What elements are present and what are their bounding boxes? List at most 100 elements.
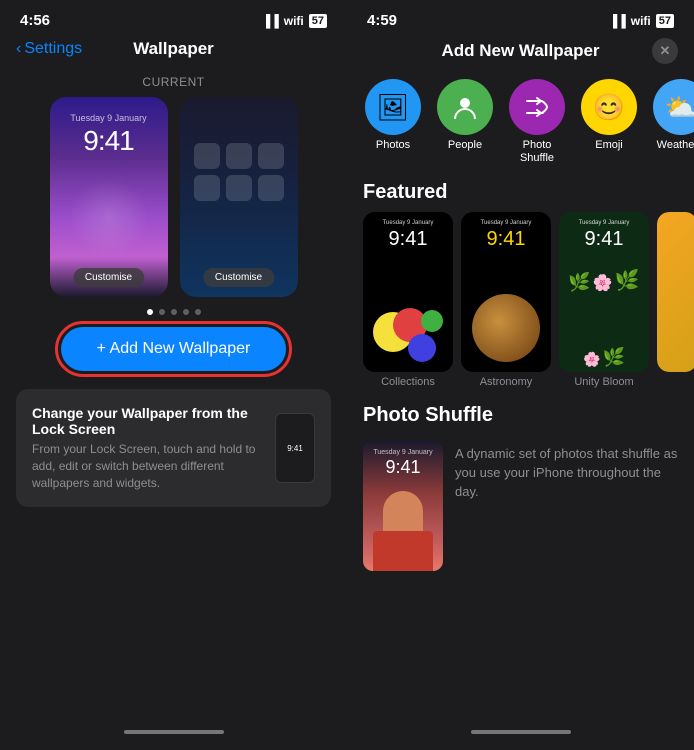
shuffle-preview-bg: Tuesday 9 January 9:41 bbox=[363, 441, 443, 571]
back-label[interactable]: Settings bbox=[24, 40, 82, 58]
signal-icon-left: ▐▐ bbox=[262, 14, 279, 28]
nav-bar-left: ‹ Settings Wallpaper bbox=[0, 33, 347, 65]
featured-astronomy[interactable]: Tuesday 9 January 9:41 Astronomy bbox=[461, 212, 551, 388]
person-body bbox=[373, 531, 433, 571]
type-people[interactable]: People bbox=[435, 79, 495, 165]
wifi-icon-right: wifi bbox=[631, 14, 651, 28]
featured-card-extra[interactable] bbox=[657, 212, 694, 372]
modal-header: Add New Wallpaper ✕ bbox=[347, 33, 694, 69]
app-icon bbox=[194, 143, 220, 169]
type-people-label: People bbox=[448, 139, 482, 152]
shuffle-preview[interactable]: Tuesday 9 January 9:41 bbox=[363, 441, 443, 571]
featured-collections-label: Collections bbox=[381, 376, 435, 388]
status-time-left: 4:56 bbox=[20, 12, 50, 29]
featured-extra[interactable] bbox=[657, 212, 694, 388]
wallpaper-previews: Tuesday 9 January 9:41 Customise Customi… bbox=[50, 97, 298, 297]
lock-glare bbox=[69, 177, 149, 257]
blue-circle bbox=[408, 334, 436, 362]
photo-shuffle-section: Tuesday 9 January 9:41 A dynamic set of … bbox=[347, 435, 694, 577]
app-icon bbox=[226, 143, 252, 169]
type-photos[interactable]: 🖼 Photos bbox=[363, 79, 423, 165]
home-indicator-right bbox=[471, 730, 571, 734]
lock-date: Tuesday 9 January bbox=[70, 113, 146, 123]
type-weather-label: Weathe… bbox=[657, 139, 694, 152]
info-phone-time: 9:41 bbox=[287, 444, 303, 453]
unity-time: 9:41 bbox=[559, 228, 649, 251]
astro-date: Tuesday 9 January bbox=[461, 220, 551, 226]
status-icons-right: ▐▐ wifi 57 bbox=[609, 14, 674, 28]
app-icon bbox=[226, 175, 252, 201]
shuffle-desc-area: A dynamic set of photos that shuffle as … bbox=[455, 441, 678, 502]
astro-time: 9:41 bbox=[461, 228, 551, 251]
weather-icon: ⛅ bbox=[653, 79, 694, 135]
left-panel: 4:56 ▐▐ wifi 57 ‹ Settings Wallpaper CUR… bbox=[0, 0, 347, 750]
lock-time: 9:41 bbox=[83, 125, 134, 157]
type-photos-label: Photos bbox=[376, 139, 410, 152]
dot-5 bbox=[195, 309, 201, 315]
panel-bottom-left bbox=[124, 730, 224, 750]
status-bar-right: 4:59 ▐▐ wifi 57 bbox=[347, 0, 694, 33]
customise-home-btn[interactable]: Customise bbox=[203, 268, 274, 287]
type-emoji[interactable]: 😊 Emoji bbox=[579, 79, 639, 165]
type-shuffle[interactable]: Photo Shuffle bbox=[507, 79, 567, 165]
people-icon bbox=[437, 79, 493, 135]
status-bar-left: 4:56 ▐▐ wifi 57 bbox=[0, 0, 347, 33]
dot-1 bbox=[147, 309, 153, 315]
featured-card-collections[interactable]: Tuesday 9 January 9:41 bbox=[363, 212, 453, 372]
page-dots bbox=[147, 309, 201, 315]
photo-shuffle-label: Photo Shuffle bbox=[347, 398, 694, 435]
customise-lock-btn[interactable]: Customise bbox=[73, 268, 144, 287]
app-grid bbox=[184, 143, 294, 201]
shuffle-date-small: Tuesday 9 January bbox=[363, 449, 443, 456]
close-button[interactable]: ✕ bbox=[652, 38, 678, 64]
featured-unity-bloom[interactable]: 🌿 🌸 🌿 🌸 🌿 Tuesday 9 January 9:41 Unity B… bbox=[559, 212, 649, 388]
planet bbox=[472, 294, 540, 362]
coll-date: Tuesday 9 January bbox=[363, 220, 453, 226]
dot-3 bbox=[171, 309, 177, 315]
info-desc: From your Lock Screen, touch and hold to… bbox=[32, 441, 263, 491]
shuffle-time-big: 9:41 bbox=[363, 457, 443, 478]
featured-collections[interactable]: Tuesday 9 January 9:41 Collections bbox=[363, 212, 453, 388]
photos-icon: 🖼 bbox=[365, 79, 421, 135]
coll-time: 9:41 bbox=[363, 228, 453, 251]
status-icons-left: ▐▐ wifi 57 bbox=[262, 14, 327, 28]
modal-title: Add New Wallpaper bbox=[441, 41, 599, 61]
lock-screen-bg: Tuesday 9 January 9:41 bbox=[50, 97, 168, 297]
dot-2 bbox=[159, 309, 165, 315]
astronomy-bg: Tuesday 9 January 9:41 bbox=[461, 212, 551, 372]
app-icon bbox=[258, 143, 284, 169]
status-time-right: 4:59 bbox=[367, 12, 397, 29]
wifi-icon-left: wifi bbox=[284, 14, 304, 28]
info-card: Change your Wallpaper from the Lock Scre… bbox=[16, 389, 331, 507]
add-wallpaper-button[interactable]: + Add New Wallpaper bbox=[61, 327, 287, 371]
shuffle-icon bbox=[509, 79, 565, 135]
green-circle bbox=[421, 310, 443, 332]
battery-right: 57 bbox=[656, 14, 674, 28]
info-title: Change your Wallpaper from the Lock Scre… bbox=[32, 405, 263, 437]
unity-date: Tuesday 9 January bbox=[559, 220, 649, 226]
type-weather[interactable]: ⛅ Weathe… bbox=[651, 79, 694, 165]
featured-scroll: Tuesday 9 January 9:41 Collections Tuesd… bbox=[347, 212, 694, 388]
info-text: Change your Wallpaper from the Lock Scre… bbox=[32, 405, 263, 491]
signal-icon-right: ▐▐ bbox=[609, 14, 626, 28]
featured-label: Featured bbox=[347, 175, 694, 212]
featured-card-unity[interactable]: 🌿 🌸 🌿 🌸 🌿 Tuesday 9 January 9:41 bbox=[559, 212, 649, 372]
person-head bbox=[383, 491, 423, 531]
featured-unity-label: Unity Bloom bbox=[574, 376, 633, 388]
back-button[interactable]: ‹ Settings bbox=[16, 40, 82, 58]
person-area bbox=[363, 491, 443, 571]
shuffle-description: A dynamic set of photos that shuffle as … bbox=[455, 445, 678, 502]
lock-screen-preview[interactable]: Tuesday 9 January 9:41 Customise bbox=[50, 97, 168, 297]
chevron-left-icon: ‹ bbox=[16, 40, 21, 58]
app-icon bbox=[258, 175, 284, 201]
page-title: Wallpaper bbox=[133, 39, 214, 59]
collections-bg: Tuesday 9 January 9:41 bbox=[363, 212, 453, 372]
battery-left: 57 bbox=[309, 14, 327, 28]
right-panel: 4:59 ▐▐ wifi 57 Add New Wallpaper ✕ 🖼 Ph… bbox=[347, 0, 694, 750]
home-screen-preview[interactable]: Customise bbox=[180, 97, 298, 297]
panel-bottom-right bbox=[347, 730, 694, 750]
info-phone-preview: 9:41 bbox=[275, 413, 315, 483]
unity-bg: 🌿 🌸 🌿 🌸 🌿 Tuesday 9 January 9:41 bbox=[559, 212, 649, 372]
featured-card-astronomy[interactable]: Tuesday 9 January 9:41 bbox=[461, 212, 551, 372]
type-shuffle-label: Photo Shuffle bbox=[520, 139, 554, 165]
